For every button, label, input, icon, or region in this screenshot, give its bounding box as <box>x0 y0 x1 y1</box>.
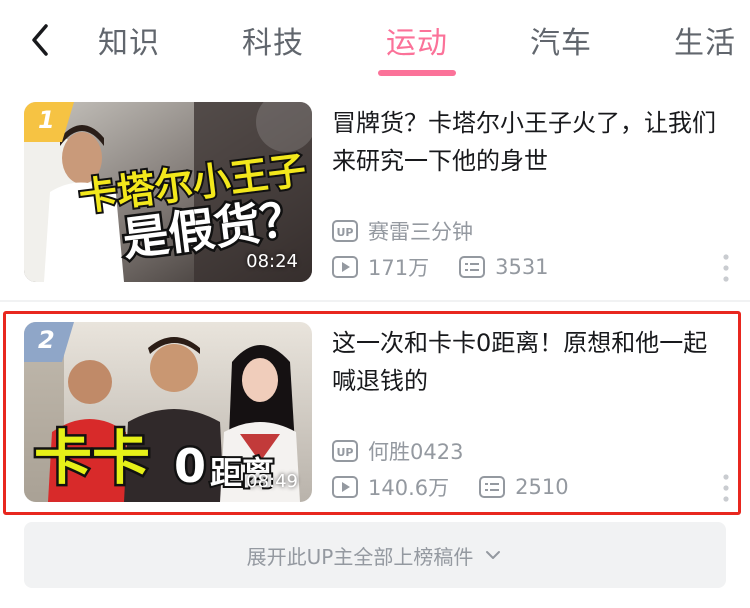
video-thumbnail[interactable]: 2 卡卡 0 距离 08:49 <box>24 322 312 502</box>
chevron-down-icon <box>483 545 503 565</box>
tab-auto[interactable]: 汽车 <box>530 18 592 62</box>
play-count-icon <box>332 256 358 278</box>
svg-text:卡卡: 卡卡 <box>34 424 150 492</box>
tab-knowledge[interactable]: 知识 <box>98 18 160 62</box>
more-options-icon[interactable] <box>714 470 738 506</box>
uploader-row[interactable]: UP 赛雷三分钟 <box>332 216 473 246</box>
uploader-row[interactable]: UP 何胜0423 <box>332 436 463 466</box>
tab-sports[interactable]: 运动 <box>386 18 448 62</box>
danmaku-count: 3531 <box>495 255 549 279</box>
danmaku-icon <box>479 476 506 498</box>
video-card[interactable]: 2 卡卡 0 距离 08:49 这一次和卡卡0距离！原想和他一起喊退钱的 UP … <box>0 310 750 520</box>
svg-text:0: 0 <box>174 439 206 493</box>
view-count: 171万 <box>368 256 430 280</box>
video-duration: 08:49 <box>246 471 298 492</box>
danmaku-icon <box>459 256 486 278</box>
svg-text:UP: UP <box>337 446 354 459</box>
up-icon: UP <box>332 440 358 462</box>
up-icon: UP <box>332 220 358 242</box>
more-options-icon[interactable] <box>714 250 738 286</box>
uploader-name[interactable]: 何胜0423 <box>368 436 463 466</box>
tab-technology[interactable]: 科技 <box>242 18 304 62</box>
video-card[interactable]: 1 卡塔尔小王子 是假货？ 08:24 冒牌货？卡塔尔小王子火了，让我们来研究一… <box>0 90 750 300</box>
expand-uploader-videos-button[interactable]: 展开此UP主全部上榜稿件 <box>24 522 726 588</box>
play-count-icon <box>332 476 358 498</box>
category-tab-bar: 知识 科技 运动 汽车 生活 <box>0 0 750 82</box>
svg-text:UP: UP <box>337 226 354 239</box>
video-duration: 08:24 <box>246 251 298 272</box>
uploader-name[interactable]: 赛雷三分钟 <box>368 216 473 246</box>
danmaku-count: 2510 <box>515 475 569 499</box>
active-tab-indicator <box>378 70 456 76</box>
stats-row: 171万 3531 <box>332 252 549 282</box>
chevron-left-icon <box>32 24 48 56</box>
back-button[interactable] <box>26 20 56 60</box>
stats-row: 140.6万 2510 <box>332 472 569 502</box>
video-title[interactable]: 冒牌货？卡塔尔小王子火了，让我们来研究一下他的身世 <box>332 104 727 180</box>
video-thumbnail[interactable]: 1 卡塔尔小王子 是假货？ 08:24 <box>24 102 312 282</box>
tab-life[interactable]: 生活 <box>674 18 736 62</box>
view-count: 140.6万 <box>368 476 450 500</box>
expand-label: 展开此UP主全部上榜稿件 <box>246 544 474 569</box>
card-divider <box>0 300 750 302</box>
video-title[interactable]: 这一次和卡卡0距离！原想和他一起喊退钱的 <box>332 324 727 400</box>
